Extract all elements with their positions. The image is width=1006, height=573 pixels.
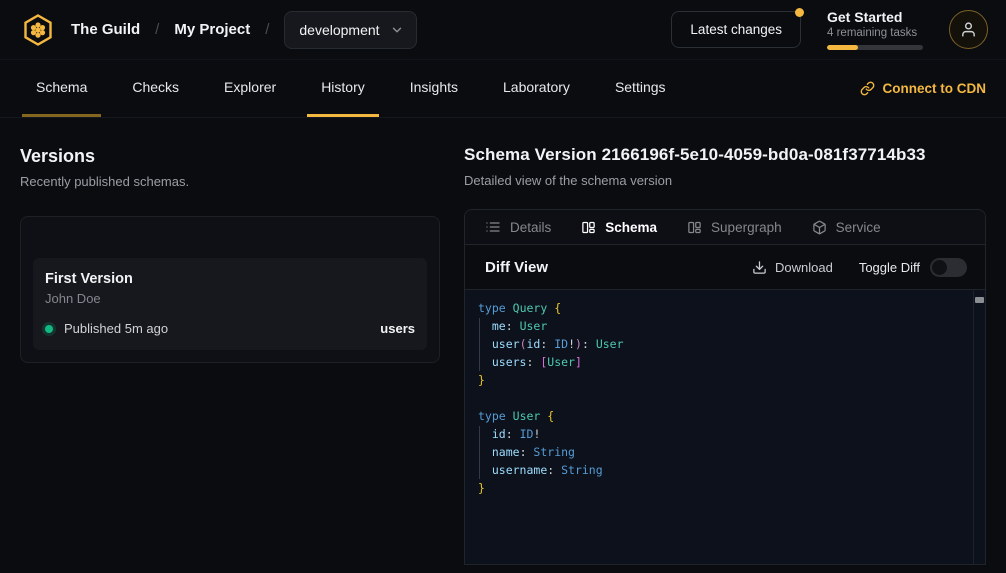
indent-guide [479, 426, 480, 479]
toggle-knob [932, 260, 947, 275]
toggle-diff-switch[interactable] [930, 258, 967, 277]
detail-tab-schema[interactable]: Schema [581, 220, 657, 235]
code-line [478, 389, 961, 407]
connect-to-cdn-link[interactable]: Connect to CDN [860, 60, 987, 117]
diff-view-header: Diff View Download Toggle Diff [465, 245, 985, 289]
download-button[interactable]: Download [752, 260, 833, 275]
code-line: id: ID! [478, 425, 961, 443]
code-line: type User { [478, 407, 961, 425]
nav-tab-laboratory[interactable]: Laboratory [489, 60, 584, 117]
user-avatar[interactable] [949, 10, 988, 49]
detail-tab-supergraph[interactable]: Supergraph [687, 220, 782, 235]
graphql-sdl-code: type Query { me: User user(id: ID!): Use… [465, 290, 985, 506]
published-status-dot [45, 325, 53, 333]
panels-icon [581, 220, 596, 235]
schema-version-subtitle: Detailed view of the schema version [464, 173, 986, 188]
diff-view-title: Diff View [485, 259, 548, 276]
breadcrumb-org[interactable]: The Guild [71, 21, 140, 38]
code-line: user(id: ID!): User [478, 335, 961, 353]
schema-version-panel: Schema Version 2166196f-5e10-4059-bd0a-0… [464, 145, 986, 573]
version-service-badge: users [380, 321, 415, 336]
user-icon [960, 21, 977, 38]
schema-detail-tabs: Details Schema Supergraph Service [465, 210, 985, 245]
nav-tab-schema[interactable]: Schema [22, 60, 101, 117]
link-icon [860, 81, 875, 96]
versions-title: Versions [20, 146, 440, 167]
nav-tab-insights[interactable]: Insights [396, 60, 472, 117]
detail-tab-label: Schema [605, 220, 657, 235]
code-line: } [478, 371, 961, 389]
code-line: name: String [478, 443, 961, 461]
versions-panel: Versions Recently published schemas. Fir… [20, 146, 440, 363]
code-line: me: User [478, 317, 961, 335]
code-line: users: [User] [478, 353, 961, 371]
target-nav: Schema Checks Explorer History Insights Labor… [0, 60, 1006, 118]
download-label: Download [775, 260, 833, 275]
get-started-widget[interactable]: Get Started 4 remaining tasks [827, 9, 923, 50]
schema-version-title: Schema Version 2166196f-5e10-4059-bd0a-0… [464, 145, 986, 165]
versions-list-card: First Version John Doe Published 5m ago … [20, 216, 440, 363]
nav-tab-checks[interactable]: Checks [118, 60, 193, 117]
code-line: } [478, 479, 961, 497]
nav-tab-history[interactable]: History [307, 60, 379, 117]
top-bar: The Guild / My Project / development Lat… [0, 0, 1006, 60]
code-line: username: String [478, 461, 961, 479]
main-content: Versions Recently published schemas. Fir… [0, 118, 1006, 563]
breadcrumb-separator: / [155, 21, 159, 38]
download-icon [752, 260, 767, 275]
breadcrumb: The Guild / My Project / development [20, 11, 417, 49]
detail-tab-label: Supergraph [711, 220, 782, 235]
versions-subtitle: Recently published schemas. [20, 174, 440, 189]
version-status-row: Published 5m ago users [45, 321, 415, 336]
cube-icon [812, 220, 827, 235]
target-selector[interactable]: development [284, 11, 416, 49]
get-started-progress-fill [827, 45, 858, 50]
breadcrumb-separator: / [265, 21, 269, 38]
toggle-diff-label: Toggle Diff [859, 260, 920, 275]
version-list-item[interactable]: First Version John Doe Published 5m ago … [33, 258, 427, 350]
latest-changes-label: Latest changes [690, 22, 782, 37]
code-line: type Query { [478, 299, 961, 317]
target-selector-value: development [299, 22, 379, 38]
notification-dot [795, 8, 804, 17]
panels-icon [687, 220, 702, 235]
hive-logo-icon[interactable] [20, 12, 56, 48]
connect-to-cdn-label: Connect to CDN [883, 81, 987, 96]
target-nav-tabs: Schema Checks Explorer History Insights Labor… [22, 60, 697, 117]
chevron-down-icon [390, 23, 404, 37]
version-author: John Doe [45, 291, 415, 306]
nav-tab-explorer[interactable]: Explorer [210, 60, 290, 117]
list-icon [485, 219, 501, 235]
code-scrollbar[interactable] [973, 290, 985, 564]
version-title: First Version [45, 271, 415, 287]
latest-changes-button[interactable]: Latest changes [671, 11, 801, 48]
detail-tab-label: Details [510, 220, 551, 235]
detail-tab-details[interactable]: Details [485, 219, 551, 235]
schema-detail-card: Details Schema Supergraph Service Diff View… [464, 209, 986, 565]
code-scrollbar-thumb[interactable] [975, 297, 984, 303]
indent-guide [479, 318, 480, 371]
get-started-subtitle: 4 remaining tasks [827, 27, 923, 39]
get-started-progress [827, 45, 923, 50]
version-status: Published 5m ago [64, 321, 168, 336]
detail-tab-label: Service [836, 220, 881, 235]
sdl-code-viewer[interactable]: type Query { me: User user(id: ID!): Use… [465, 289, 985, 564]
breadcrumb-project[interactable]: My Project [174, 21, 250, 38]
get-started-title: Get Started [827, 9, 923, 25]
detail-tab-service[interactable]: Service [812, 220, 881, 235]
nav-tab-settings[interactable]: Settings [601, 60, 680, 117]
